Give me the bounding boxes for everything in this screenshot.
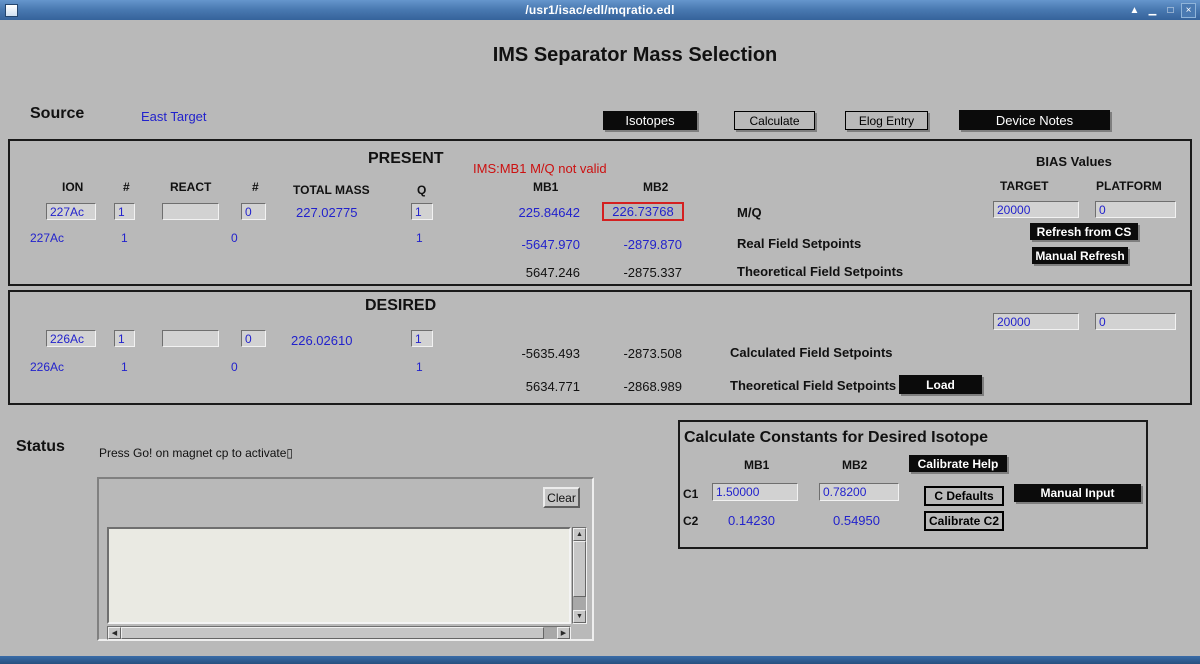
present-hash2-input[interactable]: [241, 203, 266, 220]
col-ion: ION: [62, 180, 83, 194]
desired-hash2-input[interactable]: [241, 330, 266, 347]
desired-hash2-readback: 0: [231, 360, 238, 374]
c2-label: C2: [683, 514, 698, 528]
col-mb1: MB1: [533, 180, 558, 194]
desired-hash1-input[interactable]: [114, 330, 135, 347]
present-ion-readback: 227Ac: [30, 231, 64, 245]
shade-icon[interactable]: ▲: [1127, 3, 1142, 18]
col-q: Q: [417, 183, 426, 197]
status-message: Press Go! on magnet cp to activate▯: [99, 446, 293, 460]
maximize-icon[interactable]: □: [1163, 3, 1178, 18]
horizontal-scroll-thumb[interactable]: [121, 627, 544, 639]
c1-mb2-input[interactable]: [819, 483, 899, 501]
col-platform: PLATFORM: [1096, 179, 1162, 193]
scroll-right-icon[interactable]: ▶: [557, 627, 570, 639]
desired-mb2-calculated: -2873.508: [602, 346, 682, 361]
device-notes-button[interactable]: Device Notes: [959, 110, 1110, 130]
present-target-input[interactable]: [993, 201, 1079, 218]
constants-mb1-header: MB1: [744, 458, 769, 472]
desired-react-input[interactable]: [162, 330, 219, 347]
present-hash2-readback: 0: [231, 231, 238, 245]
clear-button[interactable]: Clear: [543, 487, 580, 508]
col-hash2: #: [252, 180, 259, 194]
col-react: REACT: [170, 180, 211, 194]
mq-row-label: M/Q: [737, 205, 762, 220]
page-title: IMS Separator Mass Selection: [35, 44, 1200, 67]
scroll-down-icon[interactable]: ▼: [573, 610, 586, 623]
calculated-setpoints-label: Calculated Field Setpoints: [730, 345, 893, 360]
desired-ion-readback: 226Ac: [30, 360, 64, 374]
desired-title: DESIRED: [365, 297, 436, 315]
constants-mb2-header: MB2: [842, 458, 867, 472]
c1-mb1-input[interactable]: [712, 483, 798, 501]
source-value: East Target: [141, 109, 207, 124]
present-q-readback: 1: [416, 231, 423, 245]
present-mb2-theoretical: -2875.337: [602, 265, 682, 280]
c2-mb1-value: 0.14230: [728, 513, 775, 528]
present-mb1-mq: 225.84642: [500, 205, 580, 220]
present-platform-input[interactable]: [1095, 201, 1176, 218]
col-total-mass: TOTAL MASS: [293, 183, 370, 197]
present-ion-input[interactable]: [46, 203, 96, 220]
bias-values-label: BIAS Values: [1036, 154, 1112, 169]
vertical-scroll-thumb[interactable]: [573, 541, 586, 597]
present-total-mass: 227.02775: [296, 205, 357, 220]
load-button[interactable]: Load: [899, 375, 982, 394]
desired-total-mass: 226.02610: [291, 333, 352, 348]
present-hash1-input[interactable]: [114, 203, 135, 220]
desired-target-input[interactable]: [993, 313, 1079, 330]
present-mb2-real: -2879.870: [602, 237, 682, 252]
calibrate-help-button[interactable]: Calibrate Help: [909, 455, 1007, 472]
close-icon[interactable]: ×: [1181, 3, 1196, 18]
constants-title: Calculate Constants for Desired Isotope: [684, 429, 988, 447]
present-q-input[interactable]: [411, 203, 433, 220]
calculate-button[interactable]: Calculate: [734, 111, 815, 130]
window-bottom-border: [0, 656, 1200, 664]
manual-input-button[interactable]: Manual Input: [1014, 484, 1141, 502]
desired-mb1-calculated: -5635.493: [500, 346, 580, 361]
scroll-left-icon[interactable]: ◀: [108, 627, 121, 639]
present-mb1-theoretical: 5647.246: [500, 265, 580, 280]
desired-group: [8, 290, 1192, 405]
window-titlebar[interactable]: /usr1/isac/edl/mqratio.edl ▲ ▁ □ ×: [0, 0, 1200, 20]
elog-entry-button[interactable]: Elog Entry: [845, 111, 928, 130]
desired-theoretical-label: Theoretical Field Setpoints: [730, 378, 896, 393]
desired-q-readback: 1: [416, 360, 423, 374]
source-label: Source: [30, 105, 84, 123]
present-theoretical-label: Theoretical Field Setpoints: [737, 264, 903, 279]
status-horizontal-scrollbar[interactable]: ◀ ▶: [107, 626, 571, 640]
app-window: /usr1/isac/edl/mqratio.edl ▲ ▁ □ × IMS S…: [0, 0, 1200, 664]
isotopes-button[interactable]: Isotopes: [603, 111, 697, 130]
present-mb2-mq-alarm: 226.73768: [602, 202, 684, 221]
status-log-textarea[interactable]: [107, 527, 571, 624]
desired-mb1-theoretical: 5634.771: [500, 379, 580, 394]
col-mb2: MB2: [643, 180, 668, 194]
scroll-up-icon[interactable]: ▲: [573, 528, 586, 541]
minimize-icon[interactable]: ▁: [1145, 3, 1160, 18]
present-react-input[interactable]: [162, 203, 219, 220]
c1-label: C1: [683, 487, 698, 501]
present-mb1-real: -5647.970: [500, 237, 580, 252]
present-title: PRESENT: [368, 150, 444, 168]
desired-mb2-theoretical: -2868.989: [602, 379, 682, 394]
c-defaults-button[interactable]: C Defaults: [924, 486, 1004, 506]
window-controls: ▲ ▁ □ ×: [1127, 0, 1196, 20]
window-title: /usr1/isac/edl/mqratio.edl: [0, 3, 1200, 17]
refresh-from-cs-button[interactable]: Refresh from CS: [1030, 223, 1138, 240]
desired-ion-input[interactable]: [46, 330, 96, 347]
col-hash1: #: [123, 180, 130, 194]
present-warning: IMS:MB1 M/Q not valid: [473, 161, 607, 176]
calibrate-c2-button[interactable]: Calibrate C2: [924, 511, 1004, 531]
real-setpoints-label: Real Field Setpoints: [737, 236, 861, 251]
status-label: Status: [16, 438, 65, 456]
c2-mb2-value: 0.54950: [833, 513, 880, 528]
desired-q-input[interactable]: [411, 330, 433, 347]
desired-platform-input[interactable]: [1095, 313, 1176, 330]
desired-hash1-readback: 1: [121, 360, 128, 374]
manual-refresh-button[interactable]: Manual Refresh: [1032, 247, 1128, 264]
present-hash1-readback: 1: [121, 231, 128, 245]
status-vertical-scrollbar[interactable]: ▲ ▼: [572, 527, 587, 624]
col-target: TARGET: [1000, 179, 1048, 193]
